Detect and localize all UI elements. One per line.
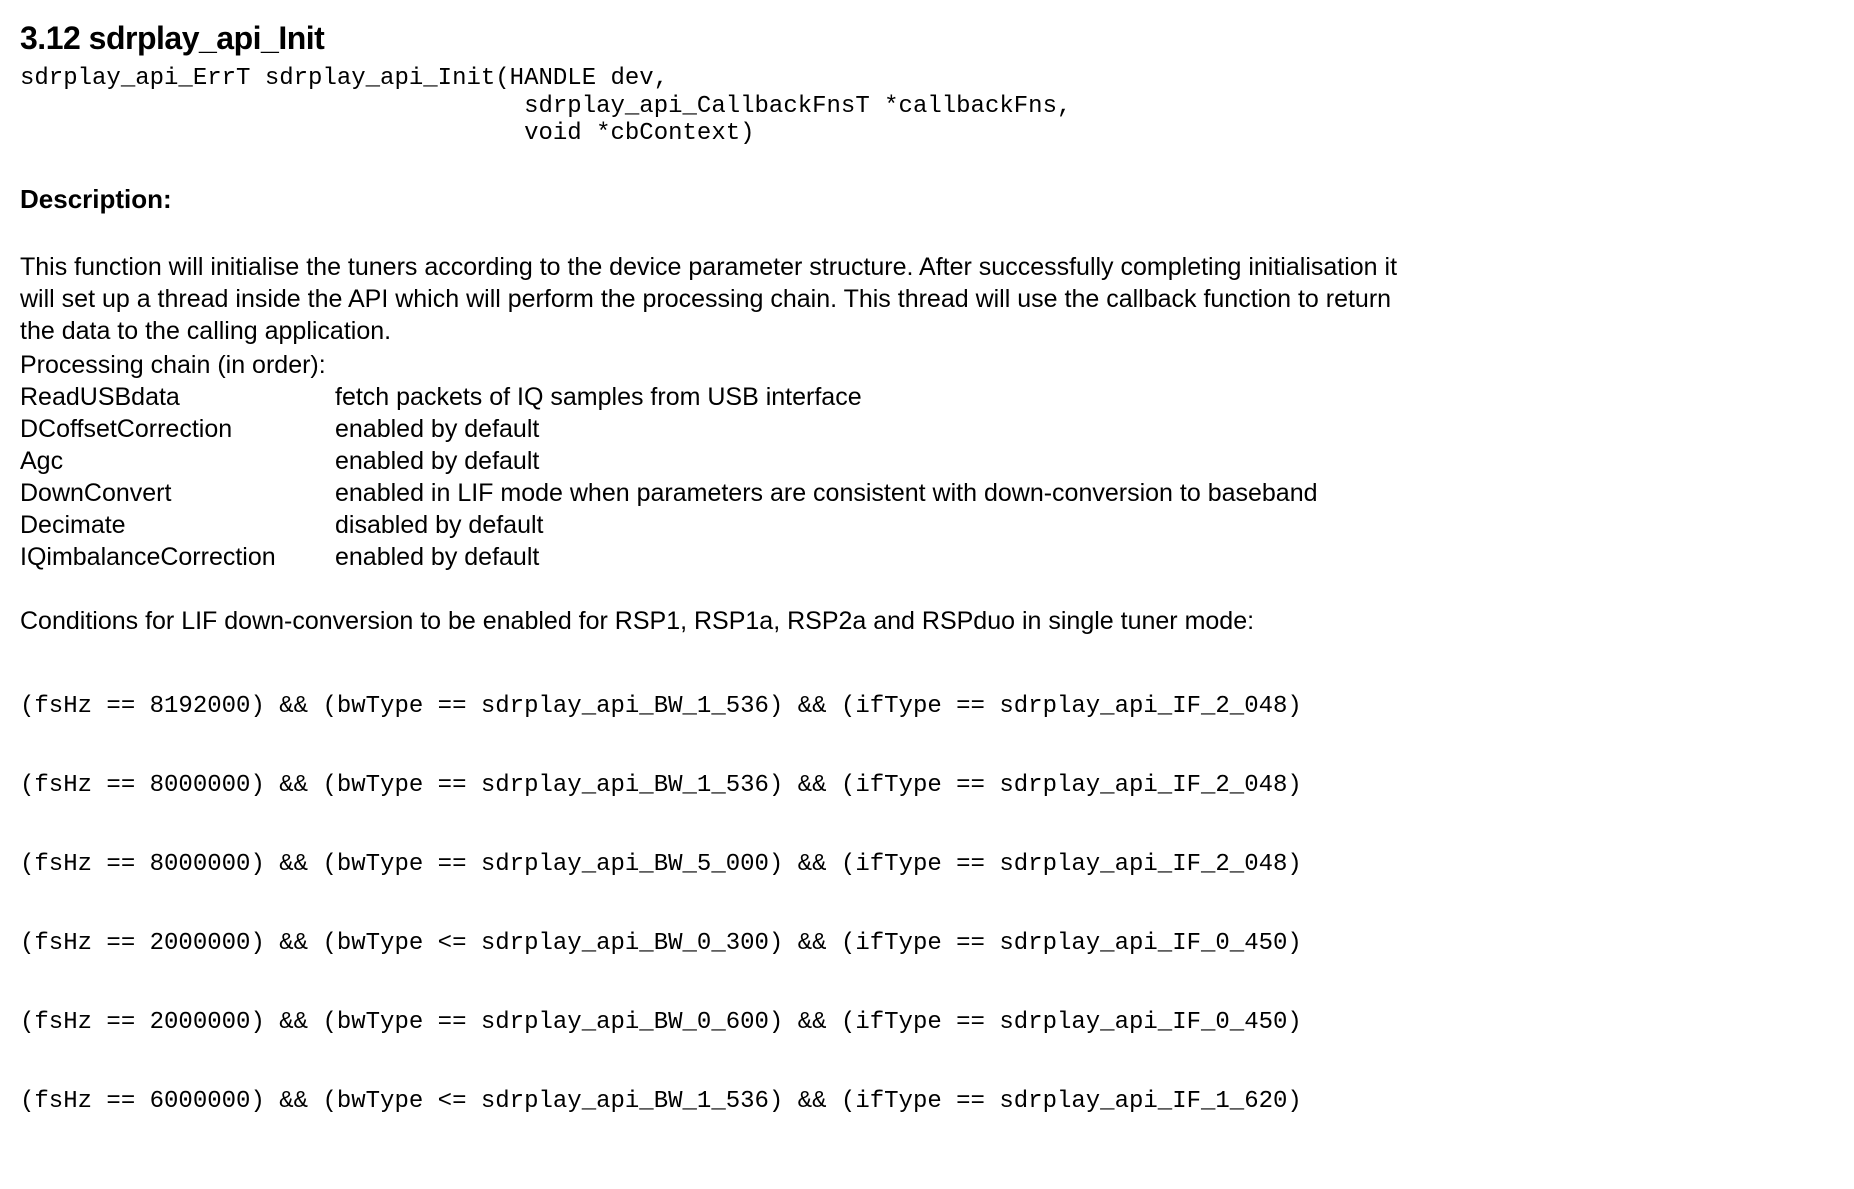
chain-step-desc: enabled by default bbox=[335, 445, 1318, 477]
function-signature: sdrplay_api_ErrT sdrplay_api_Init(HANDLE… bbox=[20, 65, 1400, 148]
chain-step-name: ReadUSBdata bbox=[20, 381, 335, 413]
chain-step-name: DownConvert bbox=[20, 477, 335, 509]
condition-line: (fsHz == 2000000) && (bwType <= sdrplay_… bbox=[20, 931, 1400, 957]
condition-line: (fsHz == 8000000) && (bwType == sdrplay_… bbox=[20, 773, 1400, 799]
condition-line: (fsHz == 8000000) && (bwType == sdrplay_… bbox=[20, 852, 1400, 878]
processing-chain-label: Processing chain (in order): bbox=[20, 349, 1400, 381]
condition-line: (fsHz == 2000000) && (bwType == sdrplay_… bbox=[20, 1010, 1400, 1036]
chain-step-desc: fetch packets of IQ samples from USB int… bbox=[335, 381, 1318, 413]
chain-step-desc: enabled in LIF mode when parameters are … bbox=[335, 477, 1318, 509]
section-title: 3.12 sdrplay_api_Init bbox=[20, 20, 1400, 57]
chain-step-desc: enabled by default bbox=[335, 413, 1318, 445]
processing-chain-table: ReadUSBdata fetch packets of IQ samples … bbox=[20, 381, 1318, 573]
chain-step-name: Agc bbox=[20, 445, 335, 477]
table-row: DCoffsetCorrection enabled by default bbox=[20, 413, 1318, 445]
chain-step-desc: disabled by default bbox=[335, 509, 1318, 541]
condition-line: (fsHz == 6000000) && (bwType <= sdrplay_… bbox=[20, 1089, 1400, 1115]
description-paragraph: This function will initialise the tuners… bbox=[20, 251, 1400, 347]
table-row: IQimbalanceCorrection enabled by default bbox=[20, 541, 1318, 573]
condition-line: (fsHz == 8192000) && (bwType == sdrplay_… bbox=[20, 694, 1400, 720]
table-row: DownConvert enabled in LIF mode when par… bbox=[20, 477, 1318, 509]
chain-step-name: IQimbalanceCorrection bbox=[20, 541, 335, 573]
table-row: ReadUSBdata fetch packets of IQ samples … bbox=[20, 381, 1318, 413]
table-row: Decimate disabled by default bbox=[20, 509, 1318, 541]
description-heading: Description: bbox=[20, 184, 1400, 215]
chain-step-name: DCoffsetCorrection bbox=[20, 413, 335, 445]
chain-step-name: Decimate bbox=[20, 509, 335, 541]
conditions-label: Conditions for LIF down-conversion to be… bbox=[20, 605, 1400, 637]
conditions-block: (fsHz == 8192000) && (bwType == sdrplay_… bbox=[20, 641, 1400, 1169]
table-row: Agc enabled by default bbox=[20, 445, 1318, 477]
document-body: 3.12 sdrplay_api_Init sdrplay_api_ErrT s… bbox=[20, 20, 1400, 1169]
chain-step-desc: enabled by default bbox=[335, 541, 1318, 573]
